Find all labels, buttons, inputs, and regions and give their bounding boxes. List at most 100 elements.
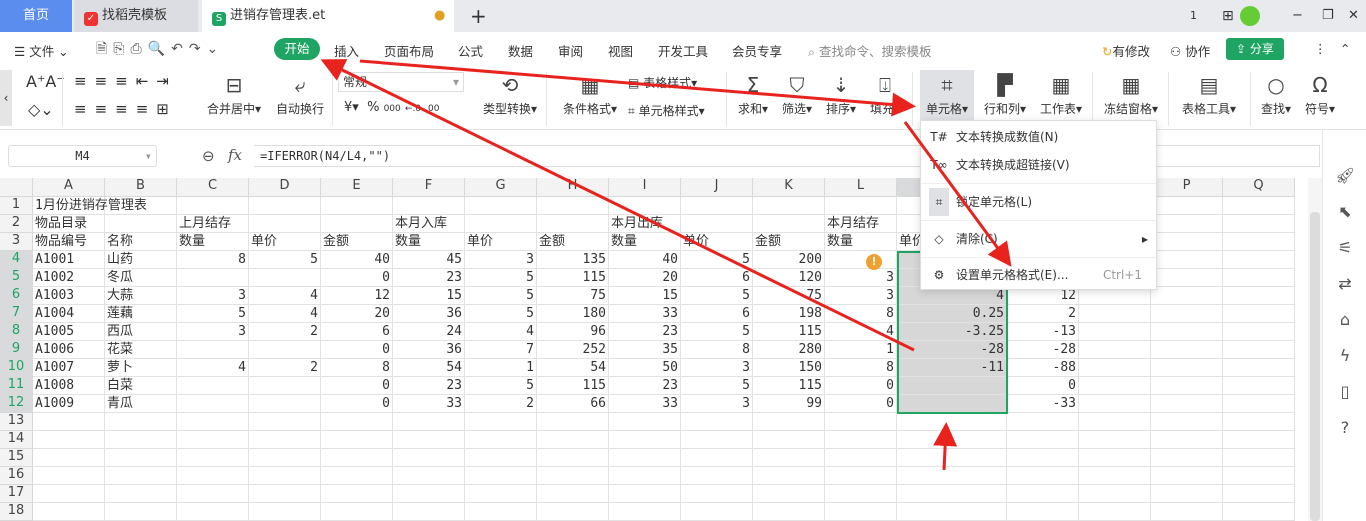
cell[interactable]: [1223, 485, 1295, 503]
cell[interactable]: 0: [321, 269, 393, 287]
cell[interactable]: [1223, 395, 1295, 413]
cell[interactable]: A1004: [33, 305, 105, 323]
name-box[interactable]: M4 ▾: [8, 145, 157, 167]
cell[interactable]: [753, 197, 825, 215]
cell[interactable]: 15: [393, 287, 465, 305]
number-format-select[interactable]: 常规 ▾: [338, 72, 464, 92]
cell[interactable]: -33: [1007, 395, 1079, 413]
cell[interactable]: [321, 431, 393, 449]
cell[interactable]: 96: [537, 323, 609, 341]
cell[interactable]: [321, 413, 393, 431]
cell[interactable]: 5: [681, 251, 753, 269]
column-header[interactable]: H: [537, 178, 609, 197]
cell[interactable]: [393, 413, 465, 431]
menu-format-cells[interactable]: ⚙ 设置单元格格式(E)... Ctrl+1: [921, 261, 1156, 289]
cell[interactable]: [897, 503, 1007, 521]
cell[interactable]: [825, 449, 897, 467]
cell[interactable]: [249, 467, 321, 485]
cell[interactable]: [321, 485, 393, 503]
cell[interactable]: 金额: [321, 233, 393, 251]
menu-page-layout[interactable]: 页面布局: [384, 41, 434, 60]
cell[interactable]: [249, 485, 321, 503]
cell[interactable]: [249, 197, 321, 215]
cell[interactable]: -28: [1007, 341, 1079, 359]
cell[interactable]: 4: [177, 359, 249, 377]
cell[interactable]: 5: [177, 305, 249, 323]
new-tab-button[interactable]: +: [460, 0, 487, 32]
cell[interactable]: 1: [465, 359, 537, 377]
column-header[interactable]: D: [249, 178, 321, 197]
cell[interactable]: [1079, 431, 1151, 449]
row-header[interactable]: 14: [0, 431, 33, 449]
row-header[interactable]: 10: [0, 359, 33, 377]
cell[interactable]: [249, 503, 321, 521]
cell[interactable]: [1151, 485, 1223, 503]
menu-data[interactable]: 数据: [508, 41, 533, 60]
cell[interactable]: [1079, 413, 1151, 431]
cell[interactable]: [1223, 359, 1295, 377]
cell[interactable]: [1223, 467, 1295, 485]
cell[interactable]: [1223, 251, 1295, 269]
cell[interactable]: 75: [753, 287, 825, 305]
row-header[interactable]: 4: [0, 251, 33, 269]
cell[interactable]: 0: [321, 341, 393, 359]
cell[interactable]: [753, 503, 825, 521]
row-header[interactable]: 16: [0, 467, 33, 485]
cell[interactable]: 0: [825, 377, 897, 395]
cell[interactable]: [1151, 503, 1223, 521]
cell[interactable]: [681, 215, 753, 233]
cell[interactable]: 5: [681, 323, 753, 341]
cell[interactable]: [33, 449, 105, 467]
cell[interactable]: 3: [825, 269, 897, 287]
cell[interactable]: [1079, 485, 1151, 503]
cell[interactable]: 198: [753, 305, 825, 323]
cell[interactable]: 5: [465, 287, 537, 305]
cell[interactable]: [609, 449, 681, 467]
row-header[interactable]: 1: [0, 197, 33, 215]
cell[interactable]: A1001: [33, 251, 105, 269]
merge-center-button[interactable]: ⊟ 合并居中▾: [204, 70, 264, 117]
cell[interactable]: 0: [321, 395, 393, 413]
cell[interactable]: 冬瓜: [105, 269, 177, 287]
cell[interactable]: [393, 197, 465, 215]
transform-icon[interactable]: ⇄: [1333, 274, 1357, 293]
align-icons-top[interactable]: ≡≡≡⇤⇥: [74, 72, 177, 90]
cell[interactable]: 135: [537, 251, 609, 269]
cell[interactable]: [825, 503, 897, 521]
menu-start[interactable]: 开始: [274, 38, 320, 60]
cell[interactable]: [321, 467, 393, 485]
cell[interactable]: 180: [537, 305, 609, 323]
row-header[interactable]: 12: [0, 395, 33, 413]
cell[interactable]: 8: [825, 359, 897, 377]
cell[interactable]: [393, 467, 465, 485]
cell[interactable]: A1003: [33, 287, 105, 305]
settings-sliders-icon[interactable]: ⚟: [1333, 238, 1357, 257]
cell[interactable]: 2: [249, 359, 321, 377]
cell[interactable]: 5: [465, 305, 537, 323]
cell[interactable]: [1007, 485, 1079, 503]
cell[interactable]: 2: [249, 323, 321, 341]
cell[interactable]: [1151, 395, 1223, 413]
cell[interactable]: 50: [609, 359, 681, 377]
cell[interactable]: [105, 413, 177, 431]
cell[interactable]: 3: [465, 251, 537, 269]
apps-icon[interactable]: ⊞: [1212, 0, 1234, 32]
row-header[interactable]: 15: [0, 449, 33, 467]
cell[interactable]: [249, 395, 321, 413]
cell[interactable]: 200: [753, 251, 825, 269]
cell[interactable]: 33: [609, 305, 681, 323]
cell[interactable]: [897, 449, 1007, 467]
menu-formula[interactable]: 公式: [458, 41, 483, 60]
cell[interactable]: [177, 449, 249, 467]
cell[interactable]: [465, 467, 537, 485]
menu-text-to-number[interactable]: T# 文本转换成数值(N): [921, 123, 1156, 151]
lightning-icon[interactable]: ϟ: [1333, 346, 1357, 365]
column-header[interactable]: L: [825, 178, 897, 197]
cell[interactable]: 2: [465, 395, 537, 413]
column-header[interactable]: F: [393, 178, 465, 197]
cell[interactable]: 8: [825, 305, 897, 323]
cell[interactable]: 115: [753, 323, 825, 341]
freeze-panes-button[interactable]: ▦ 冻结窗格▾: [1100, 70, 1162, 117]
cell[interactable]: 115: [537, 269, 609, 287]
cell[interactable]: [681, 503, 753, 521]
